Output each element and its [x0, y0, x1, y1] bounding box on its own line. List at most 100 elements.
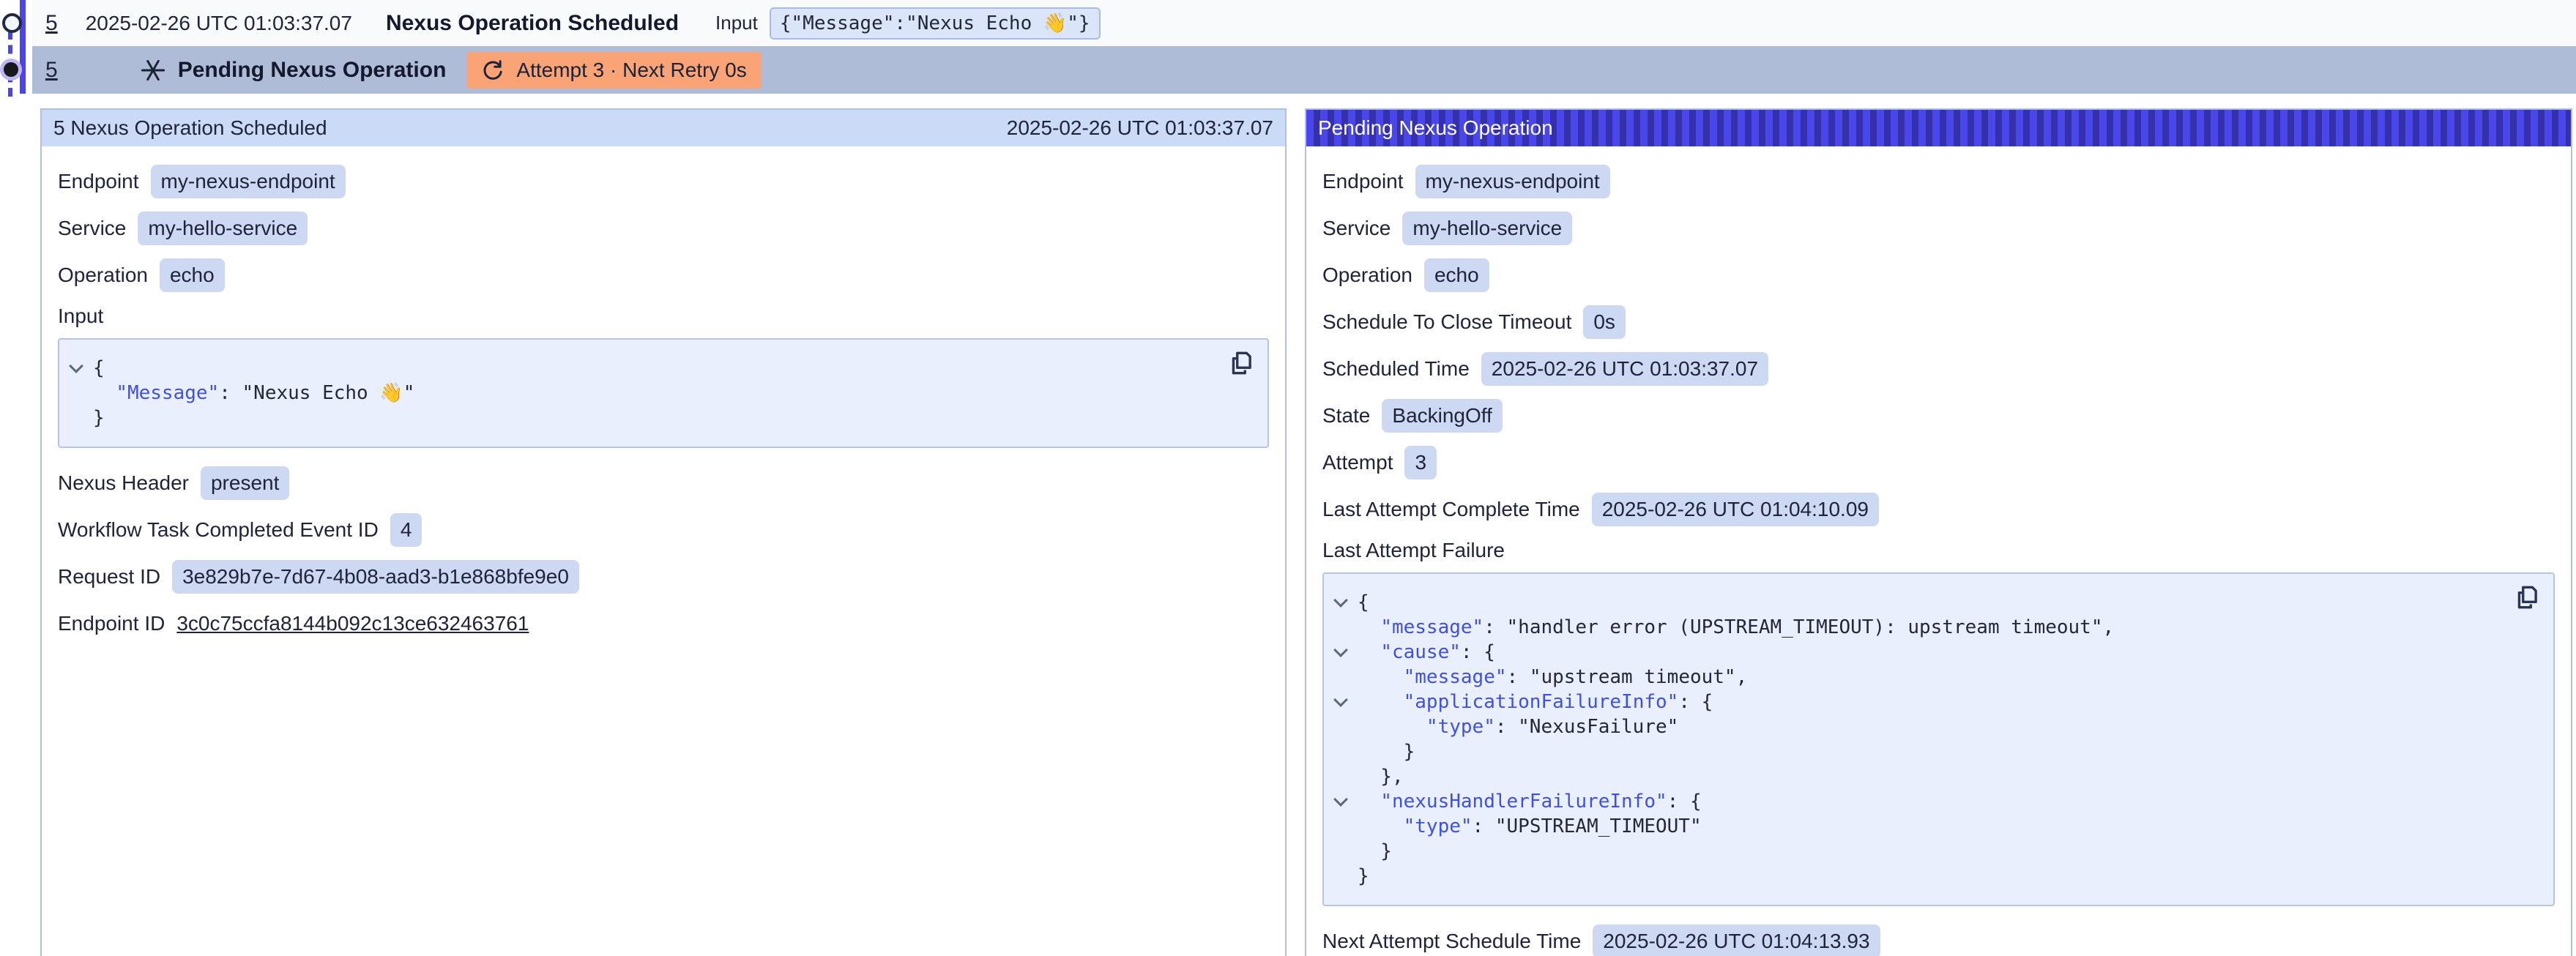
- field-endpoint: Endpoint my-nexus-endpoint: [58, 164, 1269, 199]
- json-key: "applicationFailureInfo": [1404, 691, 1679, 713]
- field-label: Service: [58, 217, 126, 240]
- input-section-label: Input: [58, 305, 1269, 328]
- code-text: "message": "upstream timeout",: [1358, 665, 1747, 690]
- code-text: "Message": "Nexus Echo 👋": [93, 381, 414, 406]
- json-text: [1358, 666, 1404, 688]
- field-value-badge: my-nexus-endpoint: [151, 165, 346, 198]
- field-last-attempt-complete-time: Last Attempt Complete Time 2025-02-26 UT…: [1322, 492, 2555, 527]
- scheduled-panel-timestamp: 2025-02-26 UTC 01:03:37.07: [1007, 116, 1273, 140]
- json-key: "message": [1404, 666, 1507, 688]
- code-line: }: [1324, 739, 2502, 764]
- field-value-badge: my-hello-service: [138, 212, 308, 245]
- code-gutter: [1324, 814, 1358, 839]
- event-title: Nexus Operation Scheduled: [386, 11, 679, 36]
- code-line: "Message": "Nexus Echo 👋": [59, 381, 1216, 406]
- event-row-pending-nexus-operation[interactable]: 5 Pending Nexus Operation Attempt 3 · Ne…: [32, 46, 2576, 94]
- code-gutter: [59, 406, 93, 430]
- collapse-chevron-icon[interactable]: [1324, 590, 1358, 615]
- endpoint-id-link[interactable]: 3c0c75ccfa8144b092c13ce632463761: [176, 612, 529, 635]
- json-text: }: [93, 407, 105, 429]
- collapse-chevron-icon[interactable]: [1324, 690, 1358, 714]
- code-line: "cause": {: [1324, 640, 2502, 665]
- field-label: Nexus Header: [58, 471, 189, 495]
- json-key: "nexusHandlerFailureInfo": [1380, 791, 1667, 813]
- code-text: "nexusHandlerFailureInfo": {: [1358, 789, 1702, 814]
- field-label: Endpoint ID: [58, 612, 165, 635]
- code-gutter: [1324, 615, 1358, 640]
- code-gutter: [1324, 764, 1358, 789]
- code-text: "message": "handler error (UPSTREAM_TIME…: [1358, 615, 2114, 640]
- field-value-badge: 3: [1404, 446, 1437, 479]
- field-value-badge: BackingOff: [1382, 399, 1502, 433]
- collapse-chevron-icon[interactable]: [1324, 640, 1358, 665]
- collapse-chevron-icon[interactable]: [59, 356, 93, 381]
- code-gutter: [1324, 714, 1358, 739]
- field-label: Attempt: [1322, 451, 1393, 474]
- timeline-node-scheduled: [2, 13, 22, 33]
- json-text: [1358, 815, 1404, 837]
- json-text: : "NexusFailure": [1495, 716, 1678, 738]
- event-id-link[interactable]: 5: [45, 58, 58, 83]
- code-line: {: [59, 356, 1216, 381]
- field-operation: Operation echo: [1322, 258, 2555, 293]
- code-text: },: [1358, 764, 1404, 789]
- input-label: Input: [715, 12, 758, 34]
- code-line: "nexusHandlerFailureInfo": {: [1324, 789, 2502, 814]
- json-text: },: [1358, 766, 1404, 788]
- json-text: }: [1358, 840, 1392, 862]
- code-text: }: [93, 406, 105, 430]
- code-text: {: [1358, 590, 1369, 615]
- field-value-badge: 2025-02-26 UTC 01:03:37.07: [1481, 352, 1768, 386]
- code-gutter: [1324, 864, 1358, 889]
- code-text: "applicationFailureInfo": {: [1358, 690, 1713, 714]
- field-label: Next Attempt Schedule Time: [1322, 930, 1581, 953]
- field-value-badge: 2025-02-26 UTC 01:04:13.93: [1593, 925, 1880, 956]
- pending-asterisk-icon: [140, 57, 166, 83]
- code-gutter: [59, 381, 93, 406]
- workflow-history-view: 5 2025-02-26 UTC 01:03:37.07 Nexus Opera…: [0, 0, 2576, 956]
- code-text: }: [1358, 739, 1415, 764]
- field-operation: Operation echo: [58, 258, 1269, 293]
- code-text: "cause": {: [1358, 640, 1495, 665]
- code-gutter: [1324, 665, 1358, 690]
- json-text: : {: [1461, 641, 1495, 663]
- json-key: "type": [1404, 815, 1473, 837]
- code-gutter: [1324, 839, 1358, 864]
- field-attempt: Attempt 3: [1322, 445, 2555, 480]
- field-service: Service my-hello-service: [1322, 211, 2555, 246]
- code-line: }: [1324, 864, 2502, 889]
- pending-panel-header: Pending Nexus Operation: [1306, 110, 2571, 146]
- field-label: Endpoint: [58, 170, 139, 193]
- copy-button[interactable]: [1226, 348, 1256, 378]
- field-value-badge: 4: [390, 513, 422, 547]
- collapse-chevron-icon[interactable]: [1324, 789, 1358, 814]
- scheduled-panel-header: 5 Nexus Operation Scheduled 2025-02-26 U…: [42, 110, 1285, 146]
- json-key: "type": [1426, 716, 1495, 738]
- field-value-badge: 3e829b7e-7d67-4b08-aad3-b1e868bfe9e0: [172, 560, 579, 594]
- input-json-block: { "Message": "Nexus Echo 👋"}: [58, 338, 1269, 448]
- event-row-nexus-operation-scheduled[interactable]: 5 2025-02-26 UTC 01:03:37.07 Nexus Opera…: [32, 0, 2576, 46]
- json-text: [93, 382, 116, 404]
- code-line: "type": "UPSTREAM_TIMEOUT": [1324, 814, 2502, 839]
- field-value-badge: my-nexus-endpoint: [1415, 165, 1610, 198]
- field-scheduled-time: Scheduled Time 2025-02-26 UTC 01:03:37.0…: [1322, 351, 2555, 386]
- copy-button[interactable]: [2512, 583, 2542, 612]
- pending-panel-body: Endpoint my-nexus-endpoint Service my-he…: [1306, 146, 2571, 956]
- code-text: }: [1358, 864, 1369, 889]
- field-value-badge: my-hello-service: [1402, 212, 1572, 245]
- event-id-link[interactable]: 5: [45, 11, 58, 36]
- field-schedule-to-close-timeout: Schedule To Close Timeout 0s: [1322, 305, 2555, 340]
- input-preview-badge: {"Message":"Nexus Echo 👋"}: [770, 7, 1101, 40]
- field-label: Schedule To Close Timeout: [1322, 310, 1571, 334]
- code-line: "message": "upstream timeout",: [1324, 665, 2502, 690]
- field-nexus-header: Nexus Header present: [58, 466, 1269, 501]
- code-line: {: [1324, 590, 2502, 615]
- code-text: "type": "UPSTREAM_TIMEOUT": [1358, 814, 1702, 839]
- timeline-node-pending: [4, 62, 18, 77]
- code-line: "type": "NexusFailure": [1324, 714, 2502, 739]
- scheduled-panel-title: 5 Nexus Operation Scheduled: [53, 116, 327, 140]
- field-value-badge: echo: [160, 258, 225, 292]
- copy-icon: [1227, 349, 1255, 377]
- scheduled-panel-body: Endpoint my-nexus-endpoint Service my-he…: [42, 146, 1285, 671]
- code-line: "applicationFailureInfo": {: [1324, 690, 2502, 714]
